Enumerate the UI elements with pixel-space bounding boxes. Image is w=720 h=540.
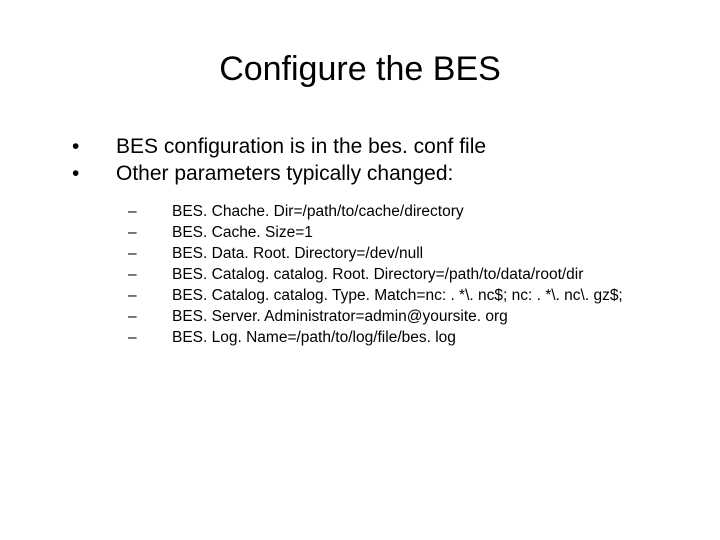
list-item: • BES configuration is in the bes. conf … xyxy=(60,133,660,160)
list-item: – BES. Catalog. catalog. Root. Directory… xyxy=(116,265,660,285)
list-item-text: BES. Catalog. catalog. Type. Match=nc: .… xyxy=(172,286,660,306)
dash-icon: – xyxy=(116,244,172,264)
list-item-text: BES. Chache. Dir=/path/to/cache/director… xyxy=(172,202,660,222)
dash-icon: – xyxy=(116,286,172,306)
level2-list: – BES. Chache. Dir=/path/to/cache/direct… xyxy=(116,202,660,349)
dash-icon: – xyxy=(116,265,172,285)
list-item-text: BES. Data. Root. Directory=/dev/null xyxy=(172,244,660,264)
dash-icon: – xyxy=(116,328,172,348)
list-item-text: BES. Log. Name=/path/to/log/file/bes. lo… xyxy=(172,328,660,348)
slide-title: Configure the BES xyxy=(60,50,660,89)
bullet-icon: • xyxy=(60,133,116,160)
list-item: – BES. Log. Name=/path/to/log/file/bes. … xyxy=(116,328,660,348)
list-item: – BES. Cache. Size=1 xyxy=(116,223,660,243)
level1-list: • BES configuration is in the bes. conf … xyxy=(60,133,660,188)
dash-icon: – xyxy=(116,307,172,327)
list-item-text: BES. Catalog. catalog. Root. Directory=/… xyxy=(172,265,660,285)
dash-icon: – xyxy=(116,202,172,222)
bullet-icon: • xyxy=(60,160,116,187)
list-item: – BES. Chache. Dir=/path/to/cache/direct… xyxy=(116,202,660,222)
list-item: • Other parameters typically changed: xyxy=(60,160,660,187)
dash-icon: – xyxy=(116,223,172,243)
list-item-text: BES configuration is in the bes. conf fi… xyxy=(116,133,660,160)
list-item-text: BES. Cache. Size=1 xyxy=(172,223,660,243)
list-item-text: BES. Server. Administrator=admin@yoursit… xyxy=(172,307,660,327)
list-item: – BES. Data. Root. Directory=/dev/null xyxy=(116,244,660,264)
list-item-text: Other parameters typically changed: xyxy=(116,160,660,187)
list-item: – BES. Catalog. catalog. Type. Match=nc:… xyxy=(116,286,660,306)
list-item: – BES. Server. Administrator=admin@yours… xyxy=(116,307,660,327)
